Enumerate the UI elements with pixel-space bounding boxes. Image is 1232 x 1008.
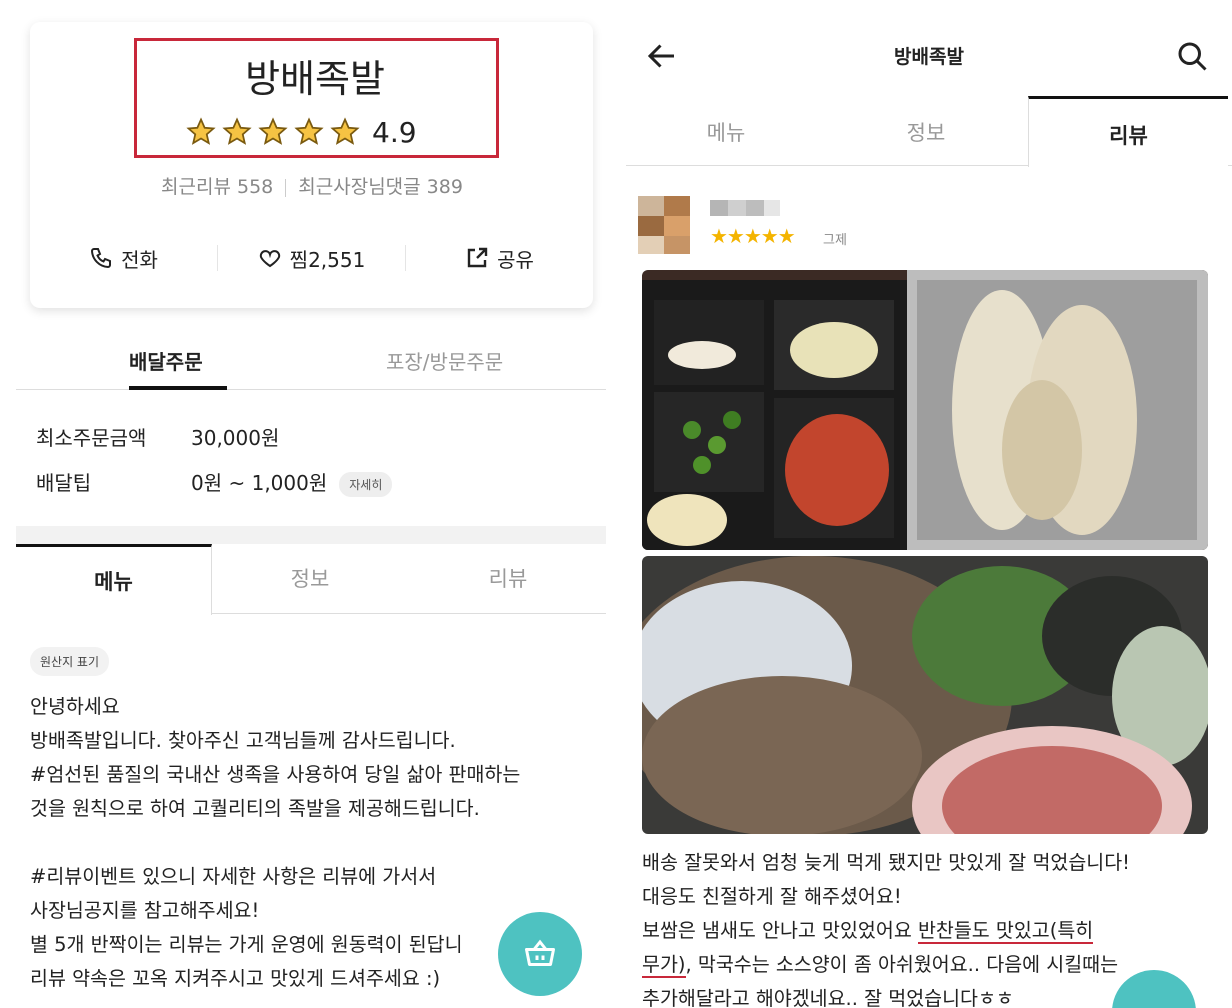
top-bar: 방배족발: [626, 28, 1232, 88]
notice-line: #리뷰이벤트 있으니 자세한 사항은 리뷰에 가서서: [30, 865, 437, 888]
review-photo[interactable]: [642, 270, 1208, 550]
search-icon[interactable]: [1174, 38, 1210, 74]
star-icon: [186, 117, 216, 145]
tab-delivery-order[interactable]: 배달주문: [129, 346, 203, 375]
notice-line: 안녕하세요: [30, 695, 120, 718]
rating-value: 4.9: [372, 115, 417, 149]
active-tab-indicator: [129, 386, 227, 390]
share-label: 공유: [497, 247, 534, 272]
rating-row: 4.9: [186, 112, 417, 152]
star-icon: [330, 117, 360, 145]
cart-button[interactable]: [498, 912, 582, 996]
delivery-tip-label: 배달팁: [36, 471, 92, 495]
call-label: 전화: [121, 247, 158, 272]
store-detail-panel: 방배족발 4.9 최근리뷰 558 최근사장님댓글 389 전화 찜2,551 공…: [0, 0, 616, 1008]
store-tabs: 메뉴 정보 리뷰: [626, 96, 1232, 167]
notice-line: #엄선된 품질의 국내산 생족을 사용하여 당일 삶아 판매하는: [30, 763, 521, 786]
call-button[interactable]: 전화: [30, 244, 217, 273]
review-line: 대응도 친절하게 잘 해주셨어요!: [642, 885, 902, 908]
min-order-value: 30,000원: [191, 426, 280, 450]
page-title: 방배족발: [894, 46, 964, 68]
detail-button[interactable]: 자세히: [339, 472, 393, 497]
review-text-segment: 보쌈은 냄새도 안나고 맛있었어요: [642, 919, 918, 942]
review-text-segment: , 막국수는 소스양이 좀 아쉬웠어요.. 다음에 시킬때는: [685, 953, 1119, 976]
min-order-row: 최소주문금액 30,000원: [36, 422, 279, 451]
tab-menu[interactable]: 메뉴: [16, 544, 212, 615]
origin-label-button[interactable]: 원산지 표기: [30, 647, 110, 676]
underlined-text: 무가): [642, 953, 686, 978]
divider: [285, 178, 287, 197]
nickname-blurred: [710, 200, 780, 216]
avatar: [638, 196, 690, 254]
underlined-text: 반찬들도 맛있고(특히: [917, 919, 1094, 944]
review-counts: 최근리뷰 558 최근사장님댓글 389: [0, 172, 624, 199]
star-icon: [258, 117, 288, 145]
heart-icon: [259, 250, 280, 268]
store-name: 방배족발: [245, 57, 385, 101]
share-button[interactable]: 공유: [406, 244, 593, 273]
section-divider: [16, 526, 606, 544]
notice-line: 것을 원칙으로 하여 고퀄리티의 족발을 제공해드립니다.: [30, 797, 480, 820]
tab-review[interactable]: 리뷰: [1028, 96, 1228, 167]
delivery-tip-row: 배달팁 0원 ~ 1,000원 자세히: [36, 467, 393, 497]
tab-info[interactable]: 정보: [826, 96, 1026, 166]
tab-pickup-order[interactable]: 포장/방문주문: [386, 346, 503, 375]
share-icon: [467, 247, 488, 268]
review-line: 배송 잘못와서 엄청 늦게 먹게 됐지만 맛있게 잘 먹었습니다!: [642, 851, 1130, 874]
review-line: 보쌈은 냄새도 안나고 맛있었어요 반찬들도 맛있고(특히: [642, 914, 1228, 948]
review-photo[interactable]: [642, 556, 1208, 834]
food-photo-noodles: [642, 556, 1208, 834]
recent-review-count: 최근리뷰 558: [161, 176, 274, 198]
food-photo-jokbal: [642, 270, 1208, 550]
min-order-label: 최소주문금액: [36, 426, 147, 450]
notice-line: [30, 826, 610, 860]
review-stars: ★★★★★: [710, 224, 796, 248]
owner-reply-count: 최근사장님댓글 389: [298, 176, 463, 198]
delivery-tip-value: 0원 ~ 1,000원: [191, 471, 328, 495]
tab-menu[interactable]: 메뉴: [626, 96, 826, 166]
review-panel: 방배족발 메뉴 정보 리뷰 ★★★★★ 그제 배송 잘못와서 엄청 늦게 먹게 …: [626, 0, 1232, 1008]
phone-icon: [91, 248, 112, 269]
like-button[interactable]: 찜2,551: [218, 244, 405, 273]
action-row: 전화 찜2,551 공유: [30, 235, 593, 281]
review-date: 그제: [823, 233, 847, 248]
tab-review[interactable]: 리뷰: [410, 544, 606, 614]
store-tabs: 메뉴 정보 리뷰: [16, 544, 606, 615]
star-icon: [294, 117, 324, 145]
order-type-tabs: 배달주문 포장/방문주문: [16, 332, 606, 390]
notice-line: 방배족발입니다. 찾아주신 고객님들께 감사드립니다.: [30, 729, 456, 752]
reviewer-header: ★★★★★ 그제: [638, 196, 1232, 260]
basket-icon: [525, 939, 555, 966]
star-icon: [222, 117, 252, 145]
like-count: 찜2,551: [289, 247, 366, 272]
tab-info[interactable]: 정보: [212, 544, 408, 614]
